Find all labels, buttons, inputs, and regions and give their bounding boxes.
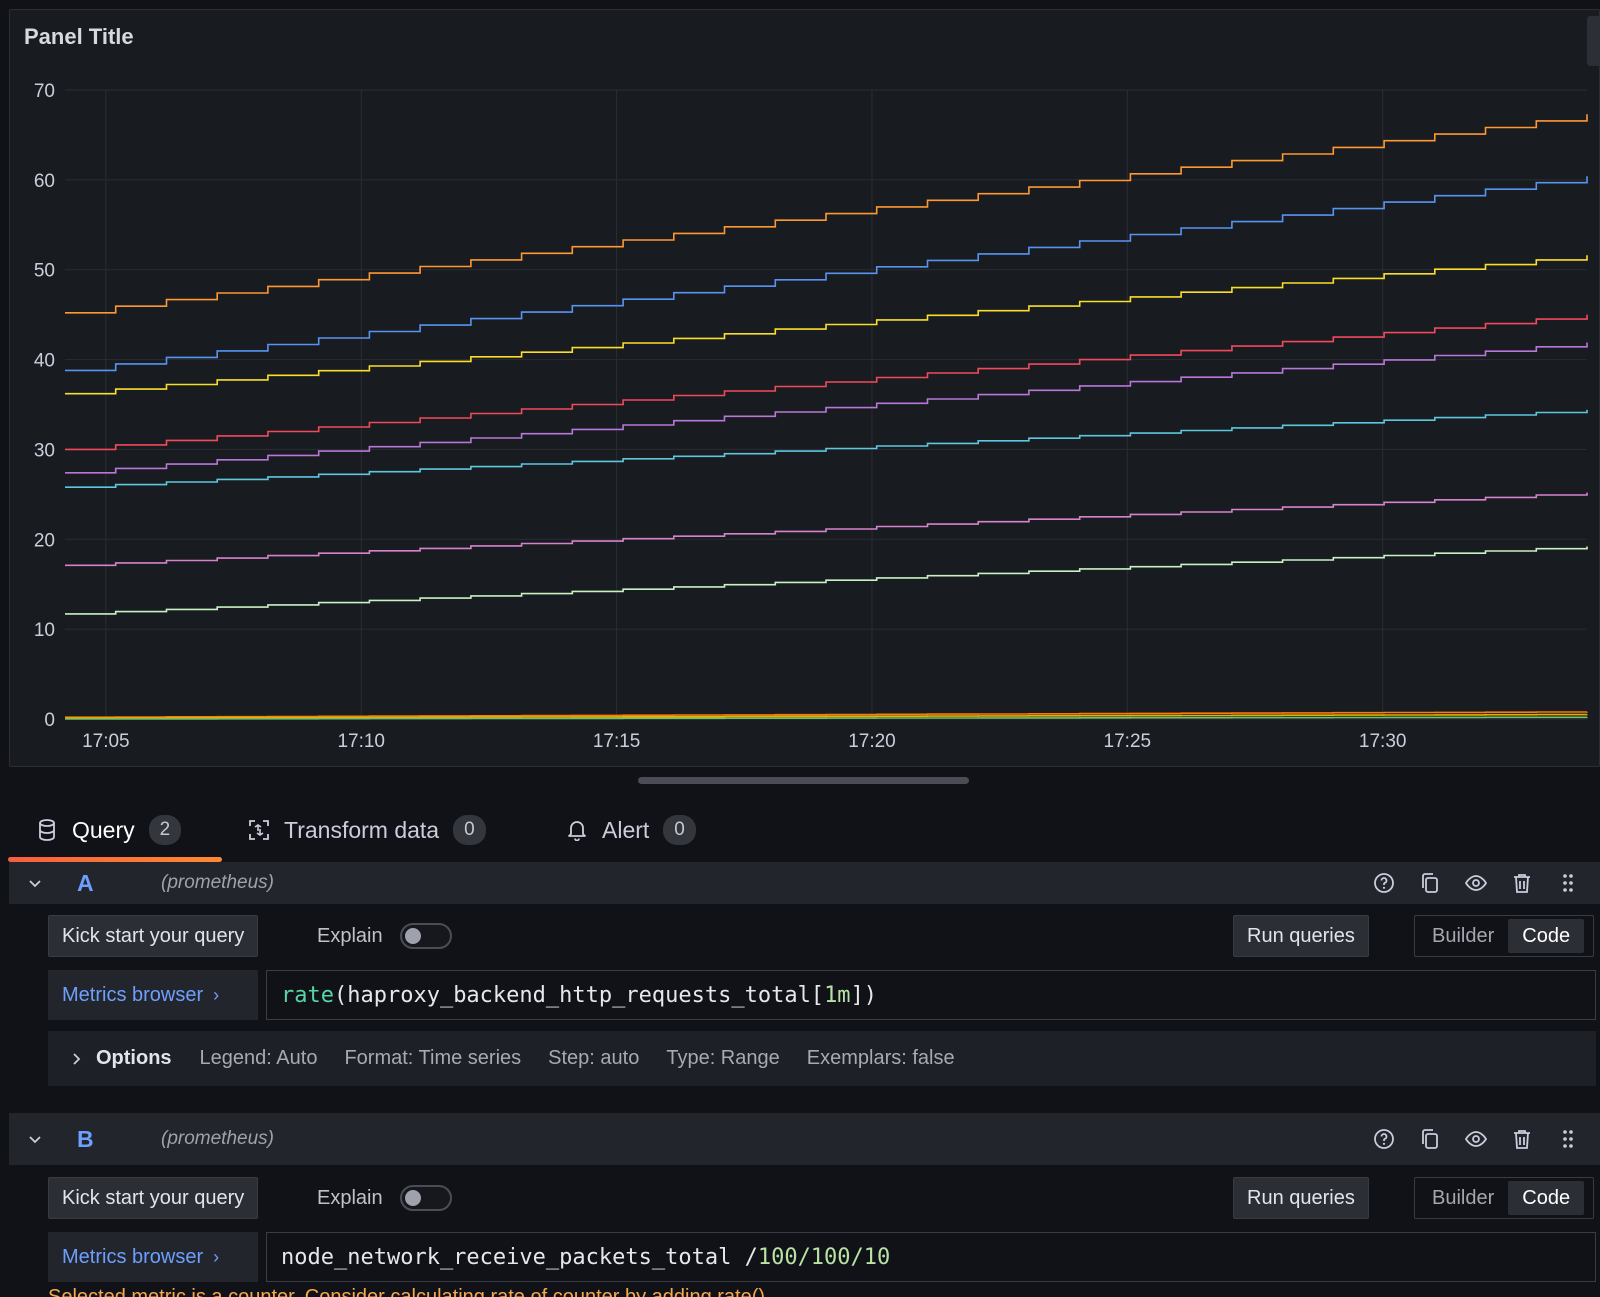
eye-icon[interactable] — [1464, 871, 1488, 895]
series-line-5[interactable] — [65, 409, 1588, 488]
chevron-right-icon: › — [213, 1246, 220, 1267]
y-tick-label: 30 — [34, 440, 55, 461]
explain-toggle[interactable] — [400, 1185, 452, 1211]
x-tick-label: 17:30 — [1359, 731, 1407, 752]
y-tick-label: 0 — [44, 710, 55, 731]
explain-toggle[interactable] — [400, 923, 452, 949]
metrics-browser-button[interactable]: Metrics browser › — [48, 970, 258, 1020]
time-series-chart: 0 10 20 30 40 50 60 70 17:05 17:10 17:15 17:20 17:25… — [34, 81, 1588, 752]
query-options-row[interactable]: Options Legend: Auto Format: Time series… — [48, 1031, 1596, 1086]
duplicate-icon[interactable] — [1418, 871, 1442, 895]
code-mode-button[interactable]: Code — [1508, 1181, 1585, 1215]
expr-metric: (haproxy_backend_http_requests_total[ — [333, 982, 825, 1008]
option-format: Format: Time series — [344, 1047, 522, 1069]
query-ref-id[interactable]: B — [77, 1126, 94, 1153]
chevron-down-icon[interactable] — [27, 875, 43, 891]
metrics-browser-button[interactable]: Metrics browser › — [48, 1232, 258, 1282]
option-exemplars: Exemplars: false — [806, 1047, 955, 1069]
tab-query-label: Query — [72, 816, 135, 843]
option-step: Step: auto — [548, 1047, 640, 1069]
query-row-header-a[interactable]: A (prometheus) — [9, 862, 1600, 904]
x-tick-label: 17:15 — [593, 731, 641, 752]
drag-handle-icon[interactable] — [1556, 871, 1580, 895]
transform-icon — [248, 819, 270, 841]
series-line-1[interactable] — [65, 176, 1588, 372]
metrics-browser-label: Metrics browser — [62, 983, 204, 1006]
trash-icon[interactable] — [1510, 871, 1534, 895]
expr-function: rate — [281, 982, 334, 1008]
x-tick-label: 17:25 — [1104, 731, 1152, 752]
y-tick-label: 40 — [34, 351, 55, 372]
query-datasource-name: (prometheus) — [161, 1128, 274, 1149]
y-tick-label: 50 — [34, 261, 55, 282]
chevron-right-icon[interactable] — [68, 1051, 84, 1067]
expr-range: 1m — [824, 982, 851, 1008]
series-line-3[interactable] — [65, 314, 1588, 451]
y-tick-label: 60 — [34, 171, 55, 192]
metrics-browser-label: Metrics browser — [62, 1245, 204, 1268]
series-line-4[interactable] — [65, 342, 1588, 474]
expr-metric: node_network_receive_packets_total / — [281, 1244, 758, 1270]
bell-icon — [566, 819, 588, 841]
x-tick-label: 17:10 — [337, 731, 385, 752]
explain-label: Explain — [317, 925, 383, 947]
query-row-actions — [1372, 1127, 1580, 1151]
tab-alert-count: 0 — [663, 815, 696, 845]
panel-resize-handle[interactable] — [638, 777, 969, 784]
duplicate-icon[interactable] — [1418, 1127, 1442, 1151]
graph-panel: Panel Title 0 10 20 30 40 50 60 70 17:05 17:10 17:… — [9, 9, 1600, 767]
run-queries-button[interactable]: Run queries — [1233, 1177, 1369, 1219]
kick-start-button[interactable]: Kick start your query — [48, 1177, 259, 1219]
help-icon[interactable] — [1372, 1127, 1396, 1151]
database-icon — [36, 819, 58, 841]
series-line-7[interactable] — [65, 546, 1588, 615]
help-icon[interactable] — [1372, 871, 1396, 895]
tab-transform-count: 0 — [453, 815, 486, 845]
tab-query[interactable]: Query 2 — [36, 800, 182, 860]
query-datasource-name: (prometheus) — [161, 872, 274, 893]
counter-warning: Selected metric is a counter. Consider c… — [48, 1286, 771, 1297]
options-title[interactable]: Options — [96, 1047, 172, 1070]
tab-alert-label: Alert — [602, 816, 650, 843]
trash-icon[interactable] — [1510, 1127, 1534, 1151]
expr-close: ]) — [850, 982, 878, 1008]
x-tick-label: 17:20 — [848, 731, 896, 752]
query-ref-id[interactable]: A — [77, 870, 94, 897]
eye-icon[interactable] — [1464, 1127, 1488, 1151]
y-tick-label: 70 — [34, 81, 55, 102]
tab-transform-data[interactable]: Transform data 0 — [248, 800, 486, 860]
run-queries-button[interactable]: Run queries — [1233, 915, 1369, 957]
toggle-knob — [405, 928, 421, 944]
builder-mode-button[interactable]: Builder — [1418, 919, 1508, 953]
toggle-knob — [405, 1190, 421, 1206]
editor-mode-switch: Builder Code — [1414, 915, 1594, 957]
builder-mode-button[interactable]: Builder — [1418, 1181, 1508, 1215]
tab-query-count: 2 — [148, 815, 182, 845]
query-row-header-b[interactable]: B (prometheus) — [9, 1113, 1600, 1165]
code-mode-button[interactable]: Code — [1508, 919, 1585, 953]
query-expression-editor[interactable]: node_network_receive_packets_total /100/… — [266, 1232, 1596, 1282]
series-line-6[interactable] — [65, 492, 1588, 567]
editor-mode-switch: Builder Code — [1414, 1177, 1594, 1219]
kick-start-button[interactable]: Kick start your query — [48, 915, 259, 957]
tab-transform-label: Transform data — [284, 816, 440, 843]
query-row-actions — [1372, 871, 1580, 895]
option-type: Type: Range — [666, 1047, 780, 1069]
editor-tabs: Query 2 Transform data 0 Alert 0 — [0, 800, 1600, 864]
query-expression-editor[interactable]: rate (haproxy_backend_http_requests_total… — [266, 970, 1596, 1020]
x-tick-label: 17:05 — [82, 731, 130, 752]
chevron-down-icon[interactable] — [27, 1131, 43, 1147]
tab-alert[interactable]: Alert 0 — [566, 800, 696, 860]
option-legend: Legend: Auto — [199, 1047, 318, 1069]
chevron-right-icon: › — [213, 984, 220, 1005]
series-line-0[interactable] — [65, 114, 1588, 314]
explain-label: Explain — [317, 1187, 383, 1209]
y-tick-label: 20 — [34, 530, 55, 551]
y-tick-label: 10 — [34, 620, 55, 641]
expr-divisors: 100/100/10 — [757, 1244, 891, 1270]
drag-handle-icon[interactable] — [1556, 1127, 1580, 1151]
